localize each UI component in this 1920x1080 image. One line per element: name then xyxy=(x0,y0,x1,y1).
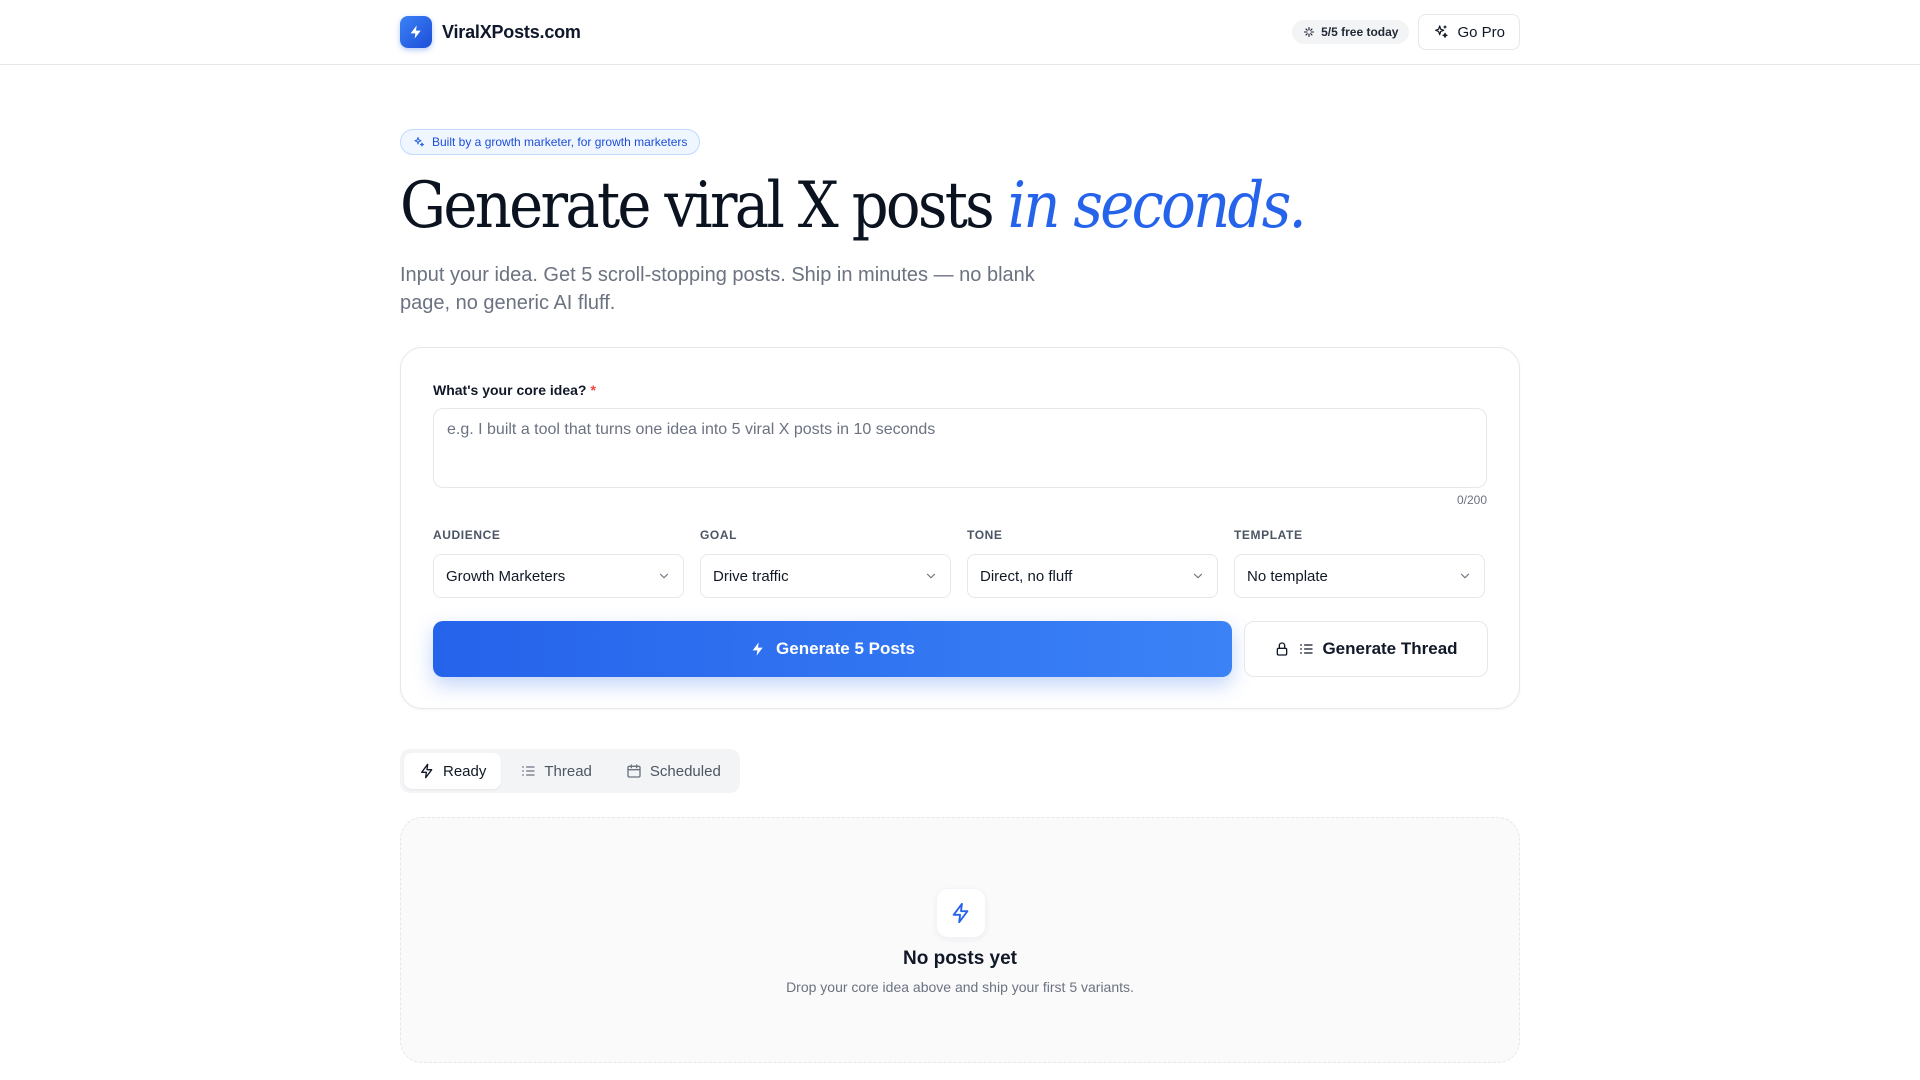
go-pro-label: Go Pro xyxy=(1457,23,1505,41)
idea-form-card: What's your core idea?* 0/200 Audience G… xyxy=(400,347,1520,709)
sparkle-icon xyxy=(1303,26,1315,38)
empty-state-title: No posts yet xyxy=(902,948,1018,969)
template-select[interactable]: No template xyxy=(1234,554,1485,598)
lock-icon xyxy=(1274,641,1290,657)
results-tabs: Ready Thread Scheduled xyxy=(400,749,740,793)
calendar-icon xyxy=(626,763,642,779)
tab-thread[interactable]: Thread xyxy=(505,753,607,789)
chevron-down-icon xyxy=(1191,569,1205,583)
list-icon xyxy=(1298,641,1314,657)
goal-select[interactable]: Drive traffic xyxy=(700,554,951,598)
brand[interactable]: ViralXPosts.com xyxy=(400,16,581,48)
hero-section: Built by a growth marketer, for growth m… xyxy=(400,129,1520,317)
sparkle-icon xyxy=(1433,24,1449,40)
quota-badge: 5/5 free today xyxy=(1292,20,1410,44)
hero-badge: Built by a growth marketer, for growth m… xyxy=(400,129,701,155)
tone-field: Tone Direct, no fluff xyxy=(967,528,1218,598)
empty-state-panel: No posts yet Drop your core idea above a… xyxy=(400,817,1520,1063)
generate-thread-button[interactable]: Generate Thread xyxy=(1244,621,1488,677)
tab-ready-label: Ready xyxy=(443,762,487,780)
tab-thread-label: Thread xyxy=(544,762,592,780)
required-mark: * xyxy=(590,382,596,398)
header-inner: ViralXPosts.com 5/5 free today Go Pro xyxy=(400,0,1520,64)
chevron-down-icon xyxy=(1458,569,1472,583)
chevron-down-icon xyxy=(924,569,938,583)
audience-value: Growth Marketers xyxy=(446,567,566,585)
title-main: Generate viral X posts xyxy=(400,169,1008,243)
hero-badge-label: Built by a growth marketer, for growth m… xyxy=(432,135,688,149)
audience-field: Audience Growth Marketers xyxy=(433,528,684,598)
tab-scheduled[interactable]: Scheduled xyxy=(611,753,736,789)
page-title: Generate viral X posts in seconds. xyxy=(400,165,1408,247)
idea-label-text: What's your core idea? xyxy=(433,382,587,398)
hero-subtitle: Input your idea. Get 5 scroll-stopping p… xyxy=(400,264,1035,314)
tone-select[interactable]: Direct, no fluff xyxy=(967,554,1218,598)
tone-label: Tone xyxy=(967,528,1003,542)
tone-value: Direct, no fluff xyxy=(980,567,1073,585)
generate-thread-label: Generate Thread xyxy=(1322,639,1458,658)
char-counter: 0/200 xyxy=(1456,493,1487,507)
empty-state-subtitle: Drop your core idea above and ship your … xyxy=(786,979,1134,995)
idea-input[interactable] xyxy=(433,408,1487,488)
sparkle-icon xyxy=(413,136,425,148)
goal-value: Drive traffic xyxy=(713,567,789,585)
generate-posts-label: Generate 5 Posts xyxy=(776,639,915,658)
header-actions: 5/5 free today Go Pro xyxy=(1292,14,1520,50)
tab-ready[interactable]: Ready xyxy=(404,753,502,789)
generate-posts-button[interactable]: Generate 5 Posts xyxy=(433,621,1232,677)
idea-field-label: What's your core idea? * xyxy=(433,382,596,398)
goal-label: Goal xyxy=(700,528,738,542)
audience-select[interactable]: Growth Marketers xyxy=(433,554,684,598)
options-row: Audience Growth Marketers Goal Drive tra… xyxy=(433,528,1487,598)
tab-scheduled-label: Scheduled xyxy=(649,762,721,780)
template-field: Template No template xyxy=(1234,528,1485,598)
list-icon xyxy=(520,763,536,779)
template-value: No template xyxy=(1247,567,1328,585)
bolt-icon xyxy=(936,888,986,938)
chevron-down-icon xyxy=(657,569,671,583)
bolt-icon xyxy=(419,763,435,779)
audience-label: Audience xyxy=(433,528,501,542)
template-label: Template xyxy=(1234,528,1303,542)
brand-name: ViralXPosts.com xyxy=(442,21,581,42)
goal-field: Goal Drive traffic xyxy=(700,528,951,598)
bolt-icon xyxy=(750,641,766,657)
top-header: ViralXPosts.com 5/5 free today Go Pro xyxy=(0,0,1920,65)
go-pro-button[interactable]: Go Pro xyxy=(1418,14,1520,50)
title-accent: in seconds. xyxy=(1007,169,1307,243)
bolt-icon xyxy=(400,16,432,48)
quota-label: 5/5 free today xyxy=(1321,25,1399,39)
